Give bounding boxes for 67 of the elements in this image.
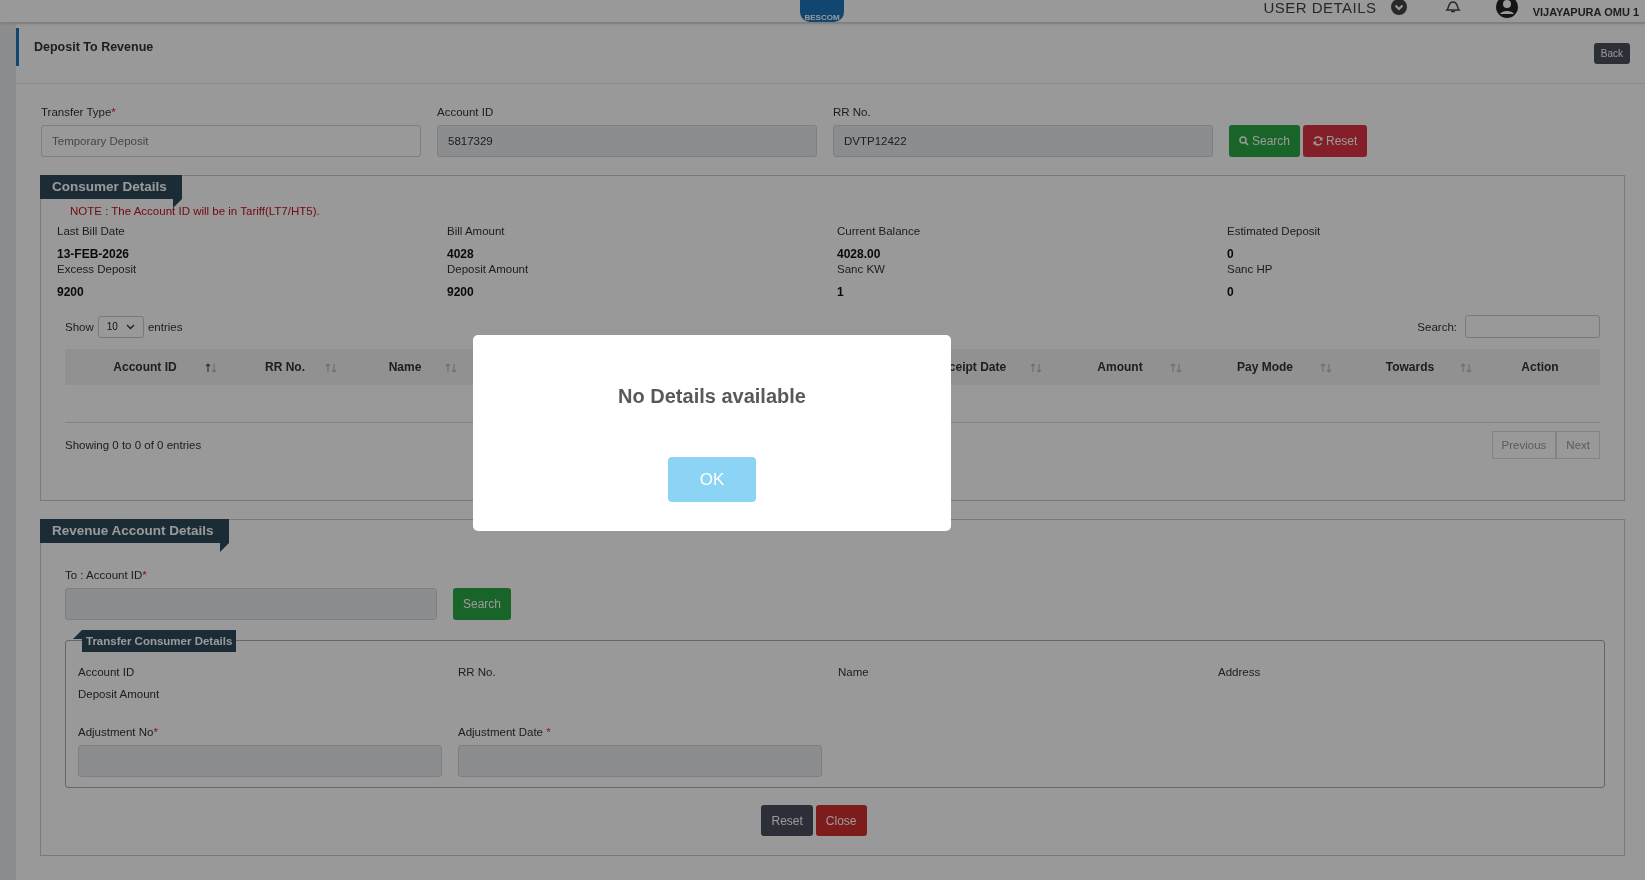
column-header[interactable]: Amount [1050,349,1190,385]
info-label: Last Bill Date [57,225,126,237]
info-value: 4028 [447,247,475,261]
page-length-select[interactable]: 10 [97,315,144,338]
search-button[interactable]: Search [1229,125,1301,157]
close-button[interactable]: Close [815,805,867,836]
input-field[interactable] [78,745,442,777]
reset-button[interactable]: Reset [761,805,813,836]
info-value: 4028.00 [837,247,882,261]
field-label: RR No. [833,106,872,118]
info-value: 9200 [447,285,475,299]
search-field[interactable] [1465,315,1600,338]
info-label: Bill Amount [447,225,506,237]
info-label: Address [1218,666,1262,678]
reset-button[interactable]: Reset [1303,125,1368,157]
dialog-message: No Details available [618,385,806,408]
info-value: 13-FEB-2026 [57,247,131,261]
info-label: Deposit Amount [447,263,530,275]
legend-fold-icon [219,543,229,552]
show-label: Show [65,320,94,333]
info-label: Deposit Amount [78,688,161,700]
field-label: Account ID [437,106,495,118]
info-value: 9200 [57,285,85,299]
legend-fold-icon [172,199,182,208]
info-value: 0 [1227,285,1235,299]
user-details-menu[interactable]: USER DETAILS [1263,0,1377,16]
column-header[interactable]: RR No. [225,349,345,385]
info-label: Current Balance [837,225,922,237]
column-header[interactable]: Pay Mode [1190,349,1340,385]
input-field[interactable] [458,745,822,777]
search-button[interactable]: Search [453,588,512,620]
column-header[interactable]: Towards [1340,349,1480,385]
input-field[interactable]: 5817329 [437,125,817,157]
page-title: Deposit To Revenue [16,28,154,66]
info-value: 1 [837,285,845,299]
search-label: Search: [1417,320,1457,333]
user-avatar-icon[interactable] [1494,0,1519,19]
search-icon [1239,136,1249,146]
field-label: Adjustment Date * [458,726,552,738]
input-field[interactable]: DVTP12422 [833,125,1213,157]
column-header[interactable]: Name [345,349,465,385]
info-label: Estimated Deposit [1227,225,1322,237]
field-label: Transfer Type* [41,106,117,118]
note-text: NOTE : The Account ID will be in Tariff(LT7/HT5). [70,205,321,217]
entries-label: entries [147,320,183,333]
info-label: Account ID [78,666,136,678]
input-field[interactable]: Temporary Deposit [41,125,421,157]
info-label: RR No. [458,666,497,678]
field-label: To : Account ID* [65,569,148,581]
info-value: 0 [1227,247,1235,261]
legend-fold-icon [73,630,82,639]
logo: BESCOM [800,0,844,22]
info-label: Excess Deposit [57,263,138,275]
table-info: Showing 0 to 0 of 0 entries [65,439,202,451]
refresh-icon [1313,136,1324,146]
info-label: Sanc KW [837,263,886,275]
column-header[interactable]: Account ID [65,349,225,385]
field-label: Adjustment No* [78,726,159,738]
info-label: Name [838,666,870,678]
info-label: Sanc HP [1227,263,1274,275]
sort-icon[interactable] [205,363,217,373]
chevron-down-icon [125,323,135,330]
back-button[interactable]: Back [1593,43,1630,64]
user-name: VIJAYAPURA OMU 1 [1532,6,1639,18]
input-field[interactable] [65,588,437,620]
bell-icon[interactable] [1442,0,1463,14]
column-header[interactable]: Action [1480,349,1600,385]
